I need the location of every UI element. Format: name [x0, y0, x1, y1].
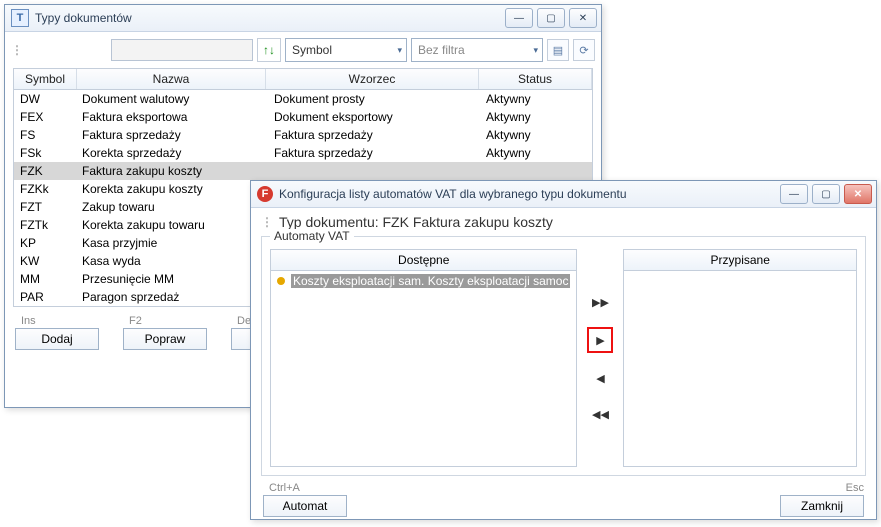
list-item[interactable]: Koszty eksploatacji sam. Koszty eksploat… [271, 273, 576, 289]
table-row[interactable]: FZKFaktura zakupu koszty [14, 162, 592, 180]
cell-wzorzec [268, 162, 480, 180]
automaty-vat-group: Automaty VAT Dostępne Koszty eksploatacj… [261, 236, 866, 476]
bullet-icon [277, 277, 285, 285]
right-icon: ▶ [596, 334, 604, 347]
app-icon: F [257, 186, 273, 202]
cell-symbol: FZKk [14, 180, 76, 198]
cell-nazwa: Korekta zakupu towaru [76, 216, 268, 234]
subtitle-bar: ⋮ Typ dokumentu: FZK Faktura zakupu kosz… [251, 208, 876, 230]
refresh-icon[interactable]: ⟳ [573, 39, 595, 61]
available-list[interactable]: Dostępne Koszty eksploatacji sam. Koszty… [270, 249, 577, 467]
cell-status [480, 162, 592, 180]
cell-symbol: PAR [14, 288, 76, 306]
move-right-button[interactable]: ▶ [587, 327, 613, 353]
cell-symbol: FZTk [14, 216, 76, 234]
hint-ins: Ins [21, 315, 36, 327]
titlebar[interactable]: T Typy dokumentów — ▢ ✕ [5, 5, 601, 32]
app-icon: T [11, 9, 29, 27]
cell-wzorzec: Dokument prosty [268, 90, 480, 108]
minimize-button[interactable]: — [780, 184, 808, 204]
window-vat-config: F Konfiguracja listy automatów VAT dla w… [250, 180, 877, 520]
automat-button[interactable]: Automat [263, 495, 347, 517]
hint-f2: F2 [129, 315, 142, 327]
sort-icon: ↑↓ [263, 43, 275, 57]
table-row[interactable]: FSkKorekta sprzedażyFaktura sprzedażyAkt… [14, 144, 592, 162]
hint-ctrla: Ctrl+A [269, 482, 300, 494]
doc-type-label: Typ dokumentu: FZK Faktura zakupu koszty [279, 214, 553, 230]
col-wzorzec[interactable]: Wzorzec [266, 69, 479, 89]
hint-esc: Esc [846, 482, 864, 494]
cell-symbol: FZK [14, 162, 76, 180]
toolbar: ⋮ ↑↓ Symbol▾ Bez filtra▾ ▤ ⟳ [5, 32, 601, 66]
cell-nazwa: Paragon sprzedaż [76, 288, 268, 306]
cell-nazwa: Przesunięcie MM [76, 270, 268, 288]
cell-nazwa: Korekta sprzedaży [76, 144, 268, 162]
assigned-header: Przypisane [624, 250, 856, 271]
toolbar-handle-icon: ⋮ [261, 215, 273, 229]
minimize-button[interactable]: — [505, 8, 533, 28]
cell-symbol: FZT [14, 198, 76, 216]
available-header: Dostępne [271, 250, 576, 271]
move-all-right-button[interactable]: ▶▶ [589, 291, 611, 313]
maximize-button[interactable]: ▢ [812, 184, 840, 204]
window-title: Konfiguracja listy automatów VAT dla wyb… [279, 187, 780, 201]
window-title: Typy dokumentów [35, 11, 505, 25]
table-row[interactable]: FEXFaktura eksportowaDokument eksportowy… [14, 108, 592, 126]
cell-symbol: FSk [14, 144, 76, 162]
close-button[interactable]: ✕ [569, 8, 597, 28]
cell-status: Aktywny [480, 90, 592, 108]
cell-nazwa: Korekta zakupu koszty [76, 180, 268, 198]
cell-symbol: DW [14, 90, 76, 108]
cell-nazwa: Faktura sprzedaży [76, 126, 268, 144]
close-button[interactable]: ✕ [844, 184, 872, 204]
cell-nazwa: Faktura eksportowa [76, 108, 268, 126]
cell-symbol: MM [14, 270, 76, 288]
cell-symbol: FS [14, 126, 76, 144]
chevron-down-icon: ▾ [533, 45, 538, 56]
move-all-left-button[interactable]: ◀◀ [589, 403, 611, 425]
filter-icon[interactable]: ▤ [547, 39, 569, 61]
cell-nazwa: Kasa wyda [76, 252, 268, 270]
col-nazwa[interactable]: Nazwa [77, 69, 266, 89]
sort-button[interactable]: ↑↓ [257, 38, 281, 62]
double-left-icon: ◀◀ [592, 408, 609, 421]
transfer-buttons: ▶▶ ▶ ◀ ◀◀ [585, 249, 615, 467]
cell-wzorzec: Faktura sprzedaży [268, 144, 480, 162]
group-legend: Automaty VAT [270, 229, 354, 243]
cell-symbol: KP [14, 234, 76, 252]
cell-status: Aktywny [480, 126, 592, 144]
grid-header: Symbol Nazwa Wzorzec Status [14, 69, 592, 90]
col-status[interactable]: Status [479, 69, 592, 89]
search-input[interactable] [111, 39, 253, 61]
move-left-button[interactable]: ◀ [589, 367, 611, 389]
cell-wzorzec: Faktura sprzedaży [268, 126, 480, 144]
cell-nazwa: Zakup towaru [76, 198, 268, 216]
edit-button[interactable]: Popraw [123, 328, 207, 350]
assigned-list[interactable]: Przypisane [623, 249, 857, 467]
left-icon: ◀ [596, 372, 604, 385]
cell-status: Aktywny [480, 108, 592, 126]
close-dialog-button[interactable]: Zamknij [780, 495, 864, 517]
cell-nazwa: Faktura zakupu koszty [76, 162, 268, 180]
cell-status: Aktywny [480, 144, 592, 162]
add-button[interactable]: Dodaj [15, 328, 99, 350]
chevron-down-icon: ▾ [397, 45, 402, 56]
list-item-label: Koszty eksploatacji sam. Koszty eksploat… [291, 274, 570, 288]
cell-symbol: FEX [14, 108, 76, 126]
cell-wzorzec: Dokument eksportowy [268, 108, 480, 126]
maximize-button[interactable]: ▢ [537, 8, 565, 28]
filter-combo[interactable]: Bez filtra▾ [411, 38, 543, 62]
table-row[interactable]: DWDokument walutowyDokument prostyAktywn… [14, 90, 592, 108]
double-right-icon: ▶▶ [592, 296, 609, 309]
cell-symbol: KW [14, 252, 76, 270]
table-row[interactable]: FSFaktura sprzedażyFaktura sprzedażyAkty… [14, 126, 592, 144]
toolbar-handle-icon: ⋮ [11, 43, 17, 57]
col-symbol[interactable]: Symbol [14, 69, 77, 89]
button-bar: Ctrl+A Automat Esc Zamknij [251, 480, 876, 527]
cell-nazwa: Kasa przyjmie [76, 234, 268, 252]
titlebar[interactable]: F Konfiguracja listy automatów VAT dla w… [251, 181, 876, 208]
sort-field-combo[interactable]: Symbol▾ [285, 38, 407, 62]
cell-nazwa: Dokument walutowy [76, 90, 268, 108]
